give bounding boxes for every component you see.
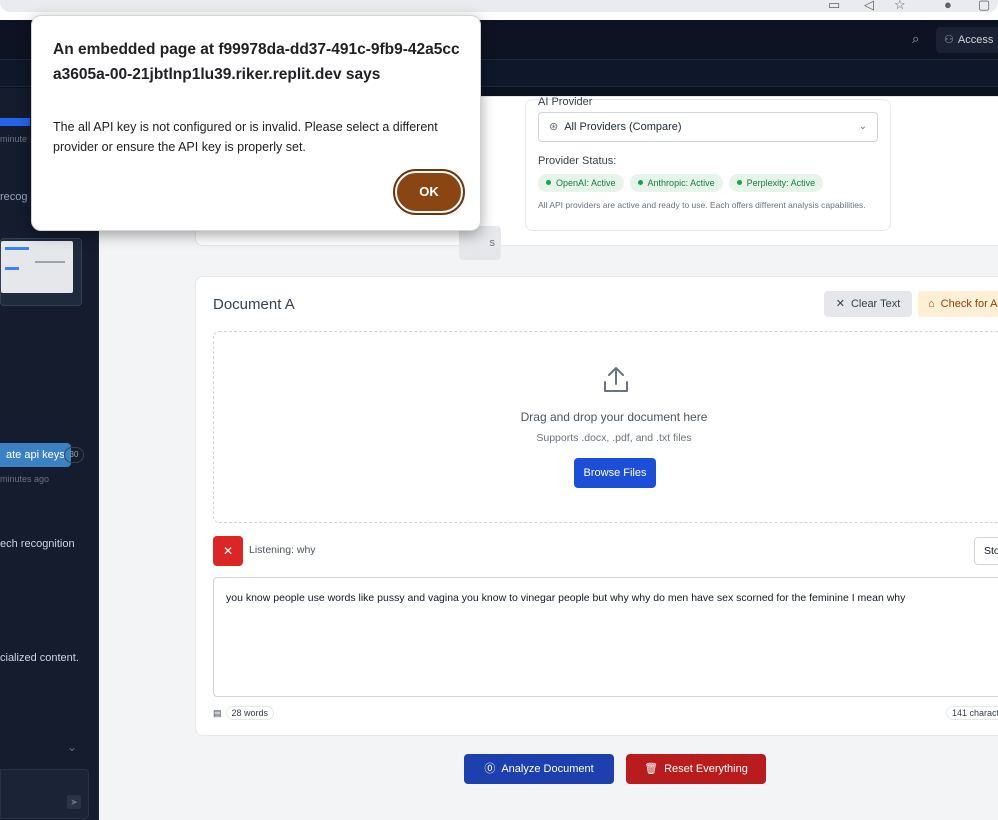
provider-panel: AI Provider ⊛ All Providers (Compare) ⌄ P… bbox=[525, 96, 891, 231]
share-icon[interactable]: ◁ bbox=[864, 0, 874, 13]
menu-icon[interactable]: ▢ bbox=[978, 0, 990, 13]
sidebar-thumbnail[interactable] bbox=[0, 238, 82, 306]
chevron-down-icon[interactable]: ⌄ bbox=[67, 740, 77, 754]
file-dropzone[interactable]: Drag and drop your document here Support… bbox=[213, 331, 998, 523]
send-icon[interactable]: ➤ bbox=[67, 795, 81, 809]
dropzone-subtitle: Supports .docx, .pdf, and .txt files bbox=[536, 432, 692, 444]
sidebar-item-time: minute bbox=[0, 134, 28, 144]
stop-button[interactable]: Stop bbox=[974, 537, 998, 565]
provider-select[interactable]: ⊛ All Providers (Compare) ⌄ bbox=[538, 112, 878, 142]
status-chip-perplexity: Perplexity: Active bbox=[728, 174, 824, 192]
sidebar-item-time: minutes ago bbox=[0, 474, 50, 484]
chevron-down-icon: ⌄ bbox=[858, 121, 867, 132]
sidebar-item-speech[interactable]: ech recognition bbox=[0, 538, 75, 550]
provider-status-chips: OpenAI: Active Anthropic: Active Perplex… bbox=[538, 174, 824, 192]
trash-icon: 🗑 bbox=[644, 763, 659, 775]
alert-dialog: An embedded page at f99978da-dd37-491c-9… bbox=[31, 15, 481, 231]
clear-text-button[interactable]: ✕ Clear Text bbox=[824, 291, 912, 317]
dialog-message: The all API key is not configured or is … bbox=[53, 120, 438, 154]
screenshot-thumbnail bbox=[1, 241, 73, 293]
star-icon[interactable]: ☆ bbox=[894, 0, 906, 13]
robot-icon: ⌂ bbox=[928, 298, 935, 310]
provider-status-title: Provider Status: bbox=[538, 155, 617, 167]
profile-icon[interactable]: ● bbox=[944, 0, 952, 12]
mode-button[interactable]: s bbox=[459, 226, 501, 260]
search-icon[interactable]: ⌕ bbox=[912, 31, 919, 47]
brain-icon: ⓪ bbox=[484, 763, 496, 775]
sidebar-chat-input[interactable]: ➤ bbox=[0, 769, 89, 819]
extension-icon[interactable]: ▭ bbox=[828, 0, 840, 13]
brain-icon: ⊛ bbox=[549, 121, 559, 133]
document-title: Document A bbox=[213, 296, 295, 313]
upload-icon bbox=[604, 367, 628, 392]
listening-status: Listening: why bbox=[249, 544, 316, 556]
file-icon: ▤ bbox=[213, 708, 222, 718]
word-count: ▤ 28 words bbox=[213, 706, 275, 720]
dropzone-title: Drag and drop your document here bbox=[520, 410, 708, 424]
provider-note: All API providers are active and ready t… bbox=[538, 200, 866, 210]
user-plus-icon: ⚇ bbox=[944, 34, 954, 46]
sidebar-active-indicator bbox=[0, 118, 30, 126]
reset-everything-button[interactable]: 🗑 Reset Everything bbox=[626, 754, 766, 784]
sidebar-item-text[interactable]: recog bbox=[0, 191, 28, 203]
analyze-document-button[interactable]: ⓪ Analyze Document bbox=[464, 754, 614, 784]
sidebar-item-api-keys[interactable]: ate api keys bbox=[0, 443, 71, 467]
provider-label: AI Provider bbox=[538, 96, 593, 108]
close-icon: ✕ bbox=[835, 298, 845, 310]
status-chip-openai: OpenAI: Active bbox=[538, 174, 624, 192]
sidebar-item-badge: 30 bbox=[64, 447, 84, 463]
status-chip-anthropic: Anthropic: Active bbox=[629, 174, 723, 192]
access-label: Access bbox=[957, 34, 994, 46]
address-bar[interactable] bbox=[0, 0, 998, 12]
char-count: 141 characters bbox=[946, 706, 998, 720]
mic-off-icon[interactable]: ✕ bbox=[213, 536, 243, 566]
browse-files-button[interactable]: Browse Files bbox=[574, 458, 656, 488]
access-button[interactable]: ⚇ Access bbox=[936, 27, 998, 53]
document-card: Document A ✕ Clear Text ⌂ Check for A Drag… bbox=[195, 276, 998, 736]
dialog-title: An embedded page at f99978da-dd37-491c-9… bbox=[53, 41, 460, 83]
check-ai-button[interactable]: ⌂ Check for A bbox=[918, 291, 998, 317]
document-textarea[interactable]: you know people use words like pussy and… bbox=[213, 577, 998, 697]
provider-selected: All Providers (Compare) bbox=[564, 121, 682, 133]
sidebar-item-content[interactable]: cialized content. bbox=[0, 652, 79, 664]
ok-button[interactable]: OK bbox=[393, 169, 465, 215]
